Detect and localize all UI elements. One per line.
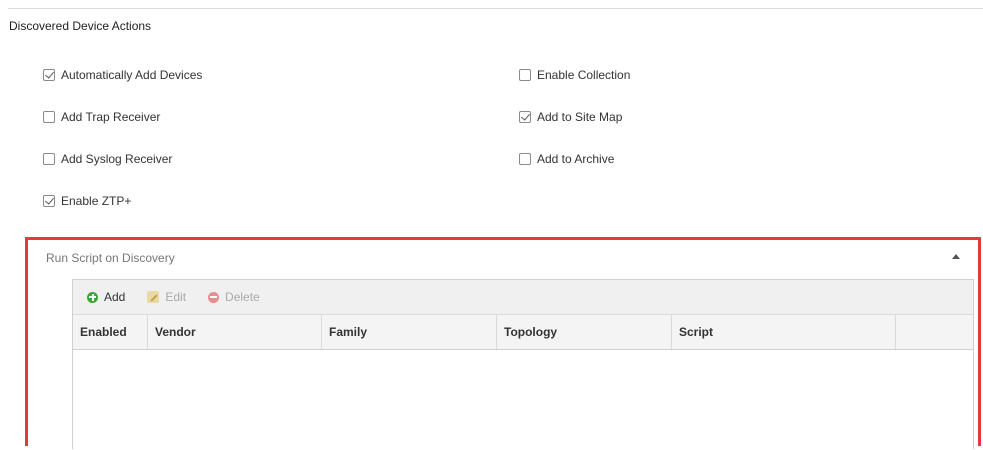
column-header-enabled[interactable]: Enabled — [73, 315, 148, 349]
edit-icon — [147, 291, 160, 303]
column-header-script[interactable]: Script — [672, 315, 896, 349]
column-header-extra — [896, 315, 973, 349]
option-label: Automatically Add Devices — [61, 68, 203, 82]
option-add-syslog-receiver[interactable]: Add Syslog Receiver — [43, 151, 172, 167]
checkbox[interactable] — [43, 69, 55, 81]
checkbox[interactable] — [43, 153, 55, 165]
checkbox[interactable] — [43, 111, 55, 123]
option-enable-ztp-plus[interactable]: Enable ZTP+ — [43, 193, 131, 209]
column-header-topology[interactable]: Topology — [497, 315, 672, 349]
edit-label: Edit — [165, 290, 187, 304]
top-divider — [8, 8, 983, 9]
option-label: Add to Site Map — [537, 110, 623, 124]
table-header: Enabled Vendor Family Topology Script — [73, 315, 973, 350]
checkbox[interactable] — [519, 69, 531, 81]
section-title: Discovered Device Actions — [9, 19, 152, 33]
run-script-panel: Run Script on Discovery Add Edit Delete … — [25, 237, 981, 449]
add-icon — [87, 291, 98, 303]
option-label: Add to Archive — [537, 152, 615, 166]
option-label: Enable Collection — [537, 68, 631, 82]
panel-title: Run Script on Discovery — [46, 251, 175, 265]
option-add-trap-receiver[interactable]: Add Trap Receiver — [43, 109, 160, 125]
delete-icon — [208, 291, 220, 303]
checkbox[interactable] — [519, 111, 531, 123]
option-enable-collection[interactable]: Enable Collection — [519, 67, 630, 83]
delete-button[interactable]: Delete — [208, 290, 260, 304]
checkbox[interactable] — [43, 195, 55, 207]
add-button[interactable]: Add — [87, 290, 125, 304]
option-add-to-site-map[interactable]: Add to Site Map — [519, 109, 622, 125]
column-header-family[interactable]: Family — [322, 315, 497, 349]
edit-button[interactable]: Edit — [147, 290, 186, 304]
checkbox[interactable] — [519, 153, 531, 165]
column-header-vendor[interactable]: Vendor — [148, 315, 322, 349]
option-label: Add Syslog Receiver — [61, 152, 173, 166]
grid-toolbar: Add Edit Delete — [73, 280, 973, 315]
script-grid: Add Edit Delete Enabled Vendor Family To… — [72, 279, 974, 449]
option-automatically-add-devices[interactable]: Automatically Add Devices — [43, 67, 202, 83]
option-label: Add Trap Receiver — [61, 110, 161, 124]
option-label: Enable ZTP+ — [61, 194, 132, 208]
option-add-to-archive[interactable]: Add to Archive — [519, 151, 614, 167]
delete-label: Delete — [225, 290, 260, 304]
collapse-icon[interactable] — [952, 254, 960, 259]
add-label: Add — [104, 290, 126, 304]
table-body — [73, 350, 973, 450]
